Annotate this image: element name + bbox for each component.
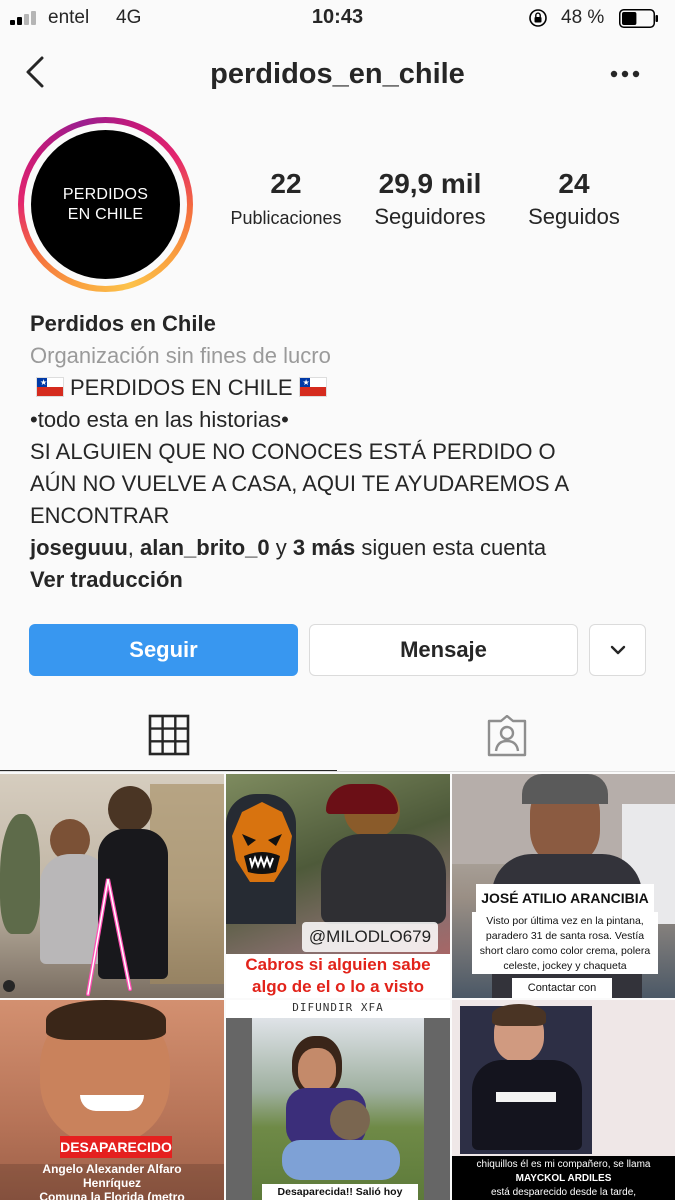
follow-button[interactable]: Seguir <box>29 624 298 676</box>
post-3-description: Visto por última vez en la pintana, para… <box>472 912 658 974</box>
profile-tabs <box>0 700 675 772</box>
post-3-text-3: short claro como color crema, polera <box>479 945 651 957</box>
bio-line-3: SI ALGUIEN QUE NO CONOCES ESTÁ PERDIDO O <box>30 439 556 464</box>
see-translation-link[interactable]: Ver traducción <box>30 564 660 596</box>
followed-and: y <box>275 535 287 560</box>
post-thumbnail-2[interactable]: @MILODLO679 Cabros si alguien sabe Cabro… <box>226 774 450 998</box>
post-4-text-1: Angelo Alexander Alfaro <box>42 1162 182 1176</box>
status-bar: entel 4G 10:43 48 % <box>0 0 675 38</box>
avatar-text-line2: EN CHILE <box>67 205 144 223</box>
followed-separator: , <box>127 535 134 560</box>
bio-headline-line: ★ PERDIDOS EN CHILE ★ <box>30 372 660 404</box>
followed-by[interactable]: joseguuu, alan_brito_0 y 3 más siguen es… <box>30 532 660 564</box>
post-2-caption-line-2: algo de el o lo a visto <box>226 976 450 998</box>
profile-bio: Perdidos en Chile Organización sin fines… <box>30 308 660 596</box>
following-count: 24 <box>558 168 590 199</box>
bio-line-2: •todo esta en las historias• <box>30 407 289 432</box>
chile-flag-icon: ★ <box>36 377 64 397</box>
following-label: Seguidos <box>528 204 620 229</box>
post-4-text: Angelo Alexander Alfaro Henríquez Comuna… <box>0 1162 224 1200</box>
profile-category: Organización sin fines de lucro <box>30 343 331 368</box>
followed-user-2[interactable]: alan_brito_0 <box>140 535 270 560</box>
bio-line-5: ENCONTRAR <box>30 503 170 528</box>
profile-username-title: perdidos_en_chile <box>210 58 465 90</box>
post-3-contact: Contactar con <box>512 978 612 998</box>
bio-line-4: AÚN NO VUELVE A CASA, AQUI TE AYUDAREMOS… <box>30 471 570 496</box>
posts-grid: @MILODLO679 Cabros si alguien sabe Cabro… <box>0 774 675 1200</box>
tagged-person-icon <box>487 714 526 756</box>
emoji-sticker-icon <box>232 802 292 882</box>
message-button[interactable]: Mensaje <box>309 624 578 676</box>
post-2-caption-line-1: Cabros si alguien sabe <box>226 954 450 976</box>
bio-headline: PERDIDOS EN CHILE <box>70 375 293 400</box>
post-3-text-2: paradero 31 de santa rosa. Vestía <box>485 930 645 942</box>
tab-posts-grid[interactable] <box>0 700 337 772</box>
post-thumbnail-1[interactable] <box>0 774 224 998</box>
chevron-down-icon <box>610 645 625 655</box>
post-thumbnail-4[interactable]: DESAPARECIDO Angelo Alexander Alfaro Hen… <box>0 1000 224 1200</box>
battery-icon <box>619 9 658 28</box>
navigation-bar: perdidos_en_chile <box>0 38 675 116</box>
followed-suffix: siguen esta cuenta <box>361 535 547 560</box>
grid-icon <box>148 714 189 756</box>
tab-tagged[interactable] <box>338 700 675 772</box>
avatar-text-line1: PERDIDOS <box>62 185 149 203</box>
followed-more[interactable]: 3 más <box>293 535 355 560</box>
profile-name: Perdidos en Chile <box>30 311 216 336</box>
post-5-caption: Desaparecida!! Salió hoy desde su <box>262 1184 418 1200</box>
battery-percentage: 48 % <box>561 7 605 28</box>
tabs-divider <box>0 771 675 772</box>
suggested-accounts-button[interactable] <box>589 624 646 676</box>
chile-flag-icon: ★ <box>298 377 327 397</box>
followers-label: Seguidores <box>374 204 486 229</box>
post-6-text-1: chiquillos él es mi compañero, se llama <box>476 1159 651 1170</box>
post-4-label: DESAPARECIDO <box>60 1136 172 1158</box>
post-2-tag: @MILODLO679 <box>302 922 438 952</box>
post-6-text-2: MAYCKOL ARDILES <box>515 1173 612 1184</box>
followers-stat[interactable]: 29,9 mil Seguidores <box>360 168 500 230</box>
posts-stat[interactable]: 22 Publicaciones <box>218 168 354 229</box>
profile-avatar[interactable]: PERDIDOS EN CHILE <box>31 130 180 279</box>
post-thumbnail-6[interactable]: chiquillos él es mi compañero, se llama … <box>452 1000 675 1200</box>
followed-user-1[interactable]: joseguuu <box>30 535 128 560</box>
post-4-text-3: Comuna la Florida (metro <box>39 1190 185 1200</box>
post-4-text-2: Henríquez <box>82 1176 141 1190</box>
followers-count: 29,9 mil <box>378 168 482 199</box>
post-3-text-1: Visto por última vez en la pintana, <box>486 915 644 927</box>
post-3-text-4: celeste, jockey y chaqueta <box>503 960 627 972</box>
post-5-top-text: DIFUNDIR XFA <box>292 1001 384 1014</box>
posts-count: 22 <box>270 168 302 199</box>
more-options-icon[interactable] <box>608 68 642 80</box>
following-stat[interactable]: 24 Seguidos <box>510 168 638 230</box>
posts-label: Publicaciones <box>230 208 342 228</box>
post-3-name: JOSÉ ATILIO ARANCIBIA <box>476 884 654 912</box>
post-6-text-3: está desparecido desde la tarde, <box>490 1187 637 1198</box>
drawn-arrow-icon <box>86 878 132 996</box>
post-thumbnail-3[interactable]: JOSÉ ATILIO ARANCIBIA Visto por última v… <box>452 774 675 998</box>
rotation-lock-icon <box>529 9 547 27</box>
post-thumbnail-5[interactable]: DIFUNDIR XFA Desaparecida!! Salió hoy de… <box>226 1000 450 1200</box>
post-6-caption: chiquillos él es mi compañero, se llama … <box>452 1156 675 1200</box>
